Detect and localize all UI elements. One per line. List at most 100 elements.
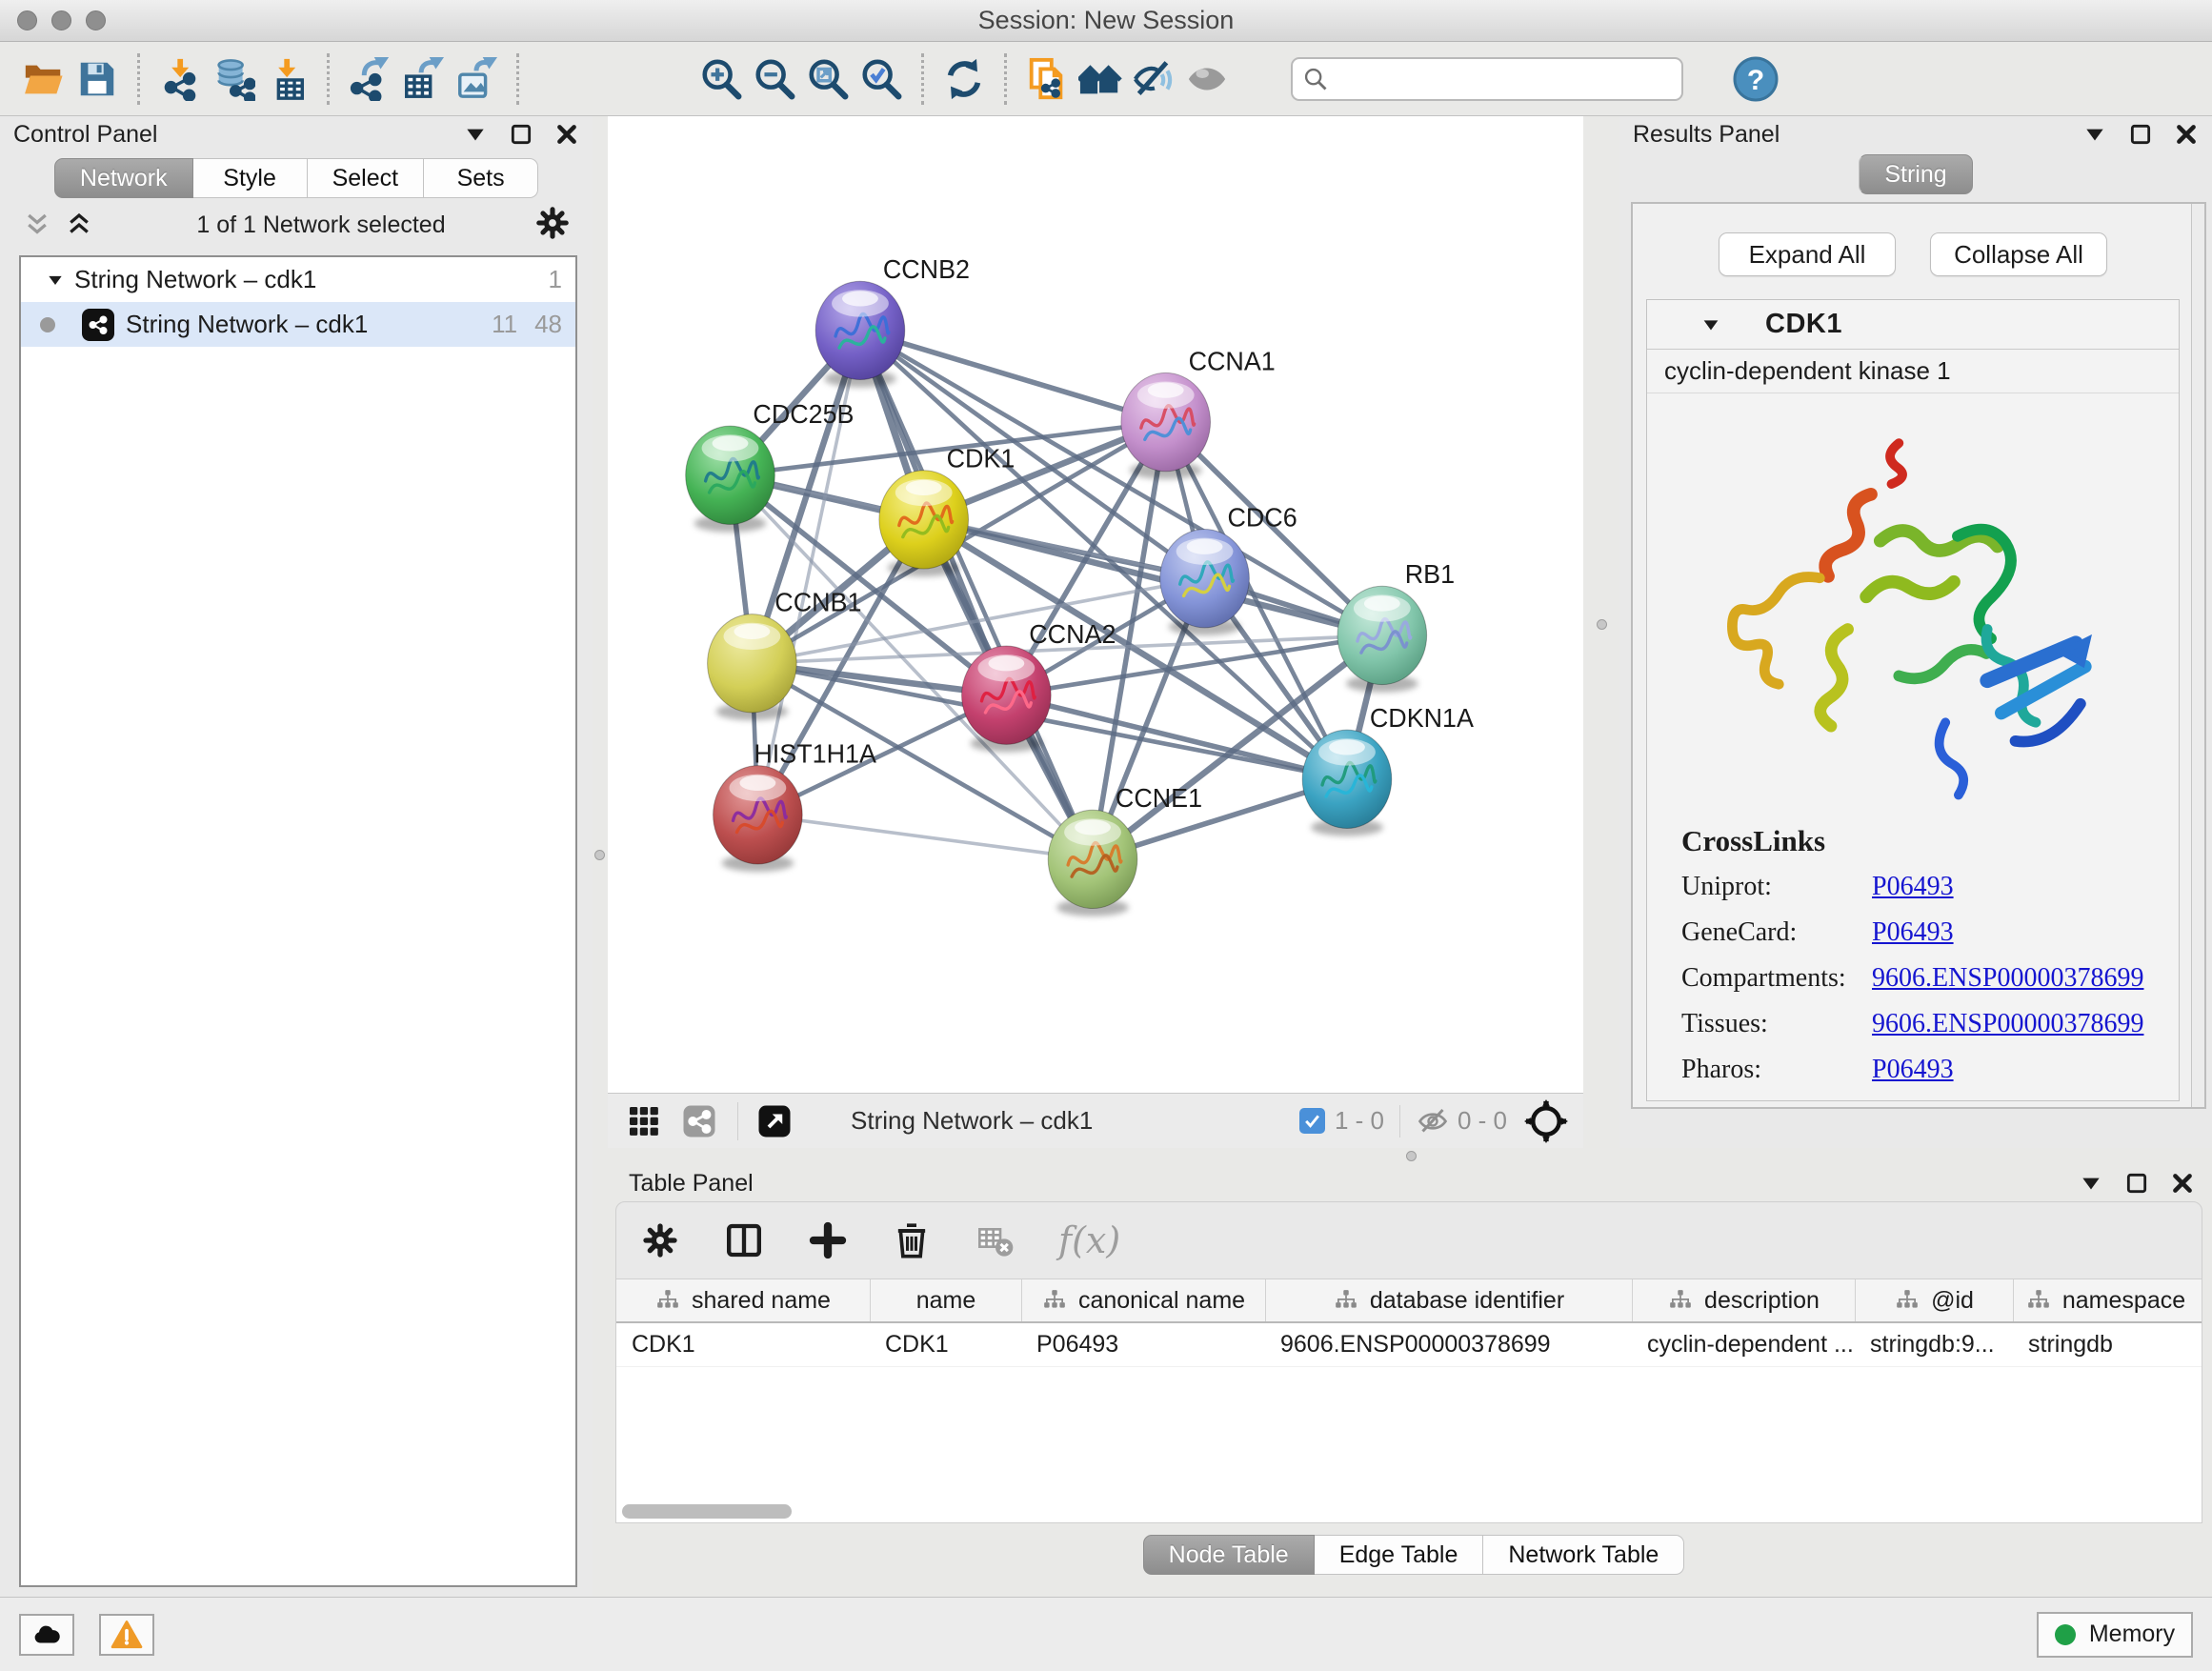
- float-panel-icon[interactable]: [463, 122, 488, 147]
- help-button[interactable]: ?: [1733, 56, 1779, 102]
- table-row[interactable]: CDK1CDK1P064939606.ENSP00000378699cyclin…: [616, 1323, 2202, 1367]
- network-list-item[interactable]: String Network – cdk1 11 48: [21, 302, 575, 347]
- import-table-button[interactable]: [260, 50, 313, 108]
- network-graph[interactable]: CCNB2CCNA1CDC25BCDK1CDC6RB1CCNB1CCNA2CDK…: [608, 116, 1583, 1093]
- open-session-button[interactable]: [17, 50, 70, 108]
- expand-all-icon[interactable]: [65, 211, 93, 239]
- collapse-triangle-icon[interactable]: [46, 271, 65, 290]
- crosslink-link[interactable]: P06493: [1872, 917, 1954, 948]
- warnings-button[interactable]: [99, 1614, 154, 1656]
- column-header-description[interactable]: description: [1632, 1279, 1855, 1321]
- zoom-selected-button[interactable]: [855, 50, 908, 108]
- export-network-button[interactable]: [343, 50, 396, 108]
- results-scrollbar[interactable]: [2191, 204, 2204, 1107]
- network-node-CDKN1A[interactable]: CDKN1A: [1302, 703, 1475, 836]
- zoom-fit-button[interactable]: [801, 50, 855, 108]
- column-header-shared-name[interactable]: shared name: [616, 1279, 870, 1321]
- delete-table-button[interactable]: [975, 1219, 1016, 1261]
- memory-button[interactable]: Memory: [2037, 1612, 2193, 1658]
- network-node-CCNE1[interactable]: CCNE1: [1048, 783, 1202, 916]
- table-horizontal-scrollbar[interactable]: [622, 1504, 792, 1519]
- collapse-all-icon[interactable]: [23, 211, 51, 239]
- gene-header[interactable]: CDK1: [1647, 300, 2179, 350]
- column-header-id[interactable]: @id: [1855, 1279, 2013, 1321]
- tab-style[interactable]: Style: [193, 158, 308, 198]
- import-network-database-button[interactable]: [207, 50, 260, 108]
- zoom-in-button[interactable]: [694, 50, 748, 108]
- network-node-CCNB1[interactable]: CCNB1: [708, 587, 862, 720]
- table-cell[interactable]: P06493: [1021, 1323, 1265, 1366]
- show-all-button[interactable]: [1180, 50, 1234, 108]
- table-cell[interactable]: CDK1: [870, 1323, 1021, 1366]
- fit-selected-button[interactable]: [1524, 1099, 1568, 1143]
- tab-string[interactable]: String: [1859, 154, 1973, 194]
- show-column-panel-button[interactable]: [723, 1219, 765, 1261]
- expand-all-button[interactable]: Expand All: [1719, 232, 1896, 276]
- column-header-canonical-name[interactable]: canonical name: [1021, 1279, 1265, 1321]
- selected-checkbox[interactable]: [1299, 1108, 1325, 1134]
- close-panel-icon[interactable]: [554, 122, 579, 147]
- tab-edge-table[interactable]: Edge Table: [1315, 1535, 1484, 1575]
- network-node-CCNB2[interactable]: CCNB2: [815, 254, 970, 388]
- refresh-layout-button[interactable]: [937, 50, 991, 108]
- network-node-RB1[interactable]: RB1: [1337, 559, 1455, 693]
- function-builder-button[interactable]: f(x): [1058, 1219, 1120, 1261]
- close-panel-icon[interactable]: [2170, 1171, 2195, 1196]
- maximize-panel-icon[interactable]: [2128, 122, 2153, 147]
- vertical-splitter[interactable]: [593, 116, 608, 1597]
- network-node-HIST1H1A[interactable]: HIST1H1A: [714, 738, 877, 872]
- splitter-handle[interactable]: [1597, 619, 1607, 630]
- zoom-out-button[interactable]: [748, 50, 801, 108]
- tab-sets[interactable]: Sets: [424, 158, 538, 198]
- network-node-CDC25B[interactable]: CDC25B: [686, 399, 855, 533]
- float-panel-icon[interactable]: [2079, 1171, 2103, 1196]
- zoom-window-button[interactable]: [86, 10, 106, 30]
- collapse-triangle-icon[interactable]: [1700, 314, 1721, 335]
- table-cell[interactable]: CDK1: [616, 1323, 870, 1366]
- close-window-button[interactable]: [17, 10, 37, 30]
- float-panel-icon[interactable]: [2082, 122, 2107, 147]
- table-cell[interactable]: cyclin-dependent ...: [1632, 1323, 1855, 1366]
- crosslink-link[interactable]: 9606.ENSP00000378699: [1872, 963, 2143, 994]
- collapse-all-button[interactable]: Collapse All: [1930, 232, 2107, 276]
- search-input[interactable]: [1337, 65, 1672, 92]
- column-header-name[interactable]: name: [870, 1279, 1021, 1321]
- network-node-CCNA1[interactable]: CCNA1: [1121, 346, 1276, 479]
- table-cell[interactable]: 9606.ENSP00000378699: [1265, 1323, 1632, 1366]
- tab-node-table[interactable]: Node Table: [1143, 1535, 1315, 1575]
- table-options-button[interactable]: [639, 1219, 681, 1261]
- network-options-button[interactable]: [535, 206, 570, 245]
- delete-column-button[interactable]: [891, 1219, 933, 1261]
- save-session-button[interactable]: [70, 50, 124, 108]
- network-node-CDC6[interactable]: CDC6: [1160, 502, 1297, 635]
- export-image-button[interactable]: [450, 50, 503, 108]
- home-view-button[interactable]: [1074, 50, 1127, 108]
- table-cell[interactable]: stringdb: [2013, 1323, 2198, 1366]
- maximize-panel-icon[interactable]: [509, 122, 533, 147]
- network-collection-row[interactable]: String Network – cdk1 1: [21, 257, 575, 302]
- network-mode-button[interactable]: [678, 1100, 720, 1142]
- splitter-handle[interactable]: [594, 850, 605, 860]
- tab-select[interactable]: Select: [308, 158, 424, 198]
- table-cell[interactable]: stringdb:9...: [1855, 1323, 2013, 1366]
- duplicate-network-button[interactable]: [1020, 50, 1074, 108]
- close-panel-icon[interactable]: [2174, 122, 2199, 147]
- maximize-panel-icon[interactable]: [2124, 1171, 2149, 1196]
- birdseye-view-button[interactable]: [754, 1100, 795, 1142]
- tab-network-table[interactable]: Network Table: [1483, 1535, 1684, 1575]
- crosslink-link[interactable]: P06493: [1872, 1055, 1954, 1085]
- crosslink-link[interactable]: P06493: [1872, 872, 1954, 902]
- network-canvas[interactable]: CCNB2CCNA1CDC25BCDK1CDC6RB1CCNB1CCNA2CDK…: [608, 116, 1583, 1093]
- grid-view-button[interactable]: [623, 1100, 665, 1142]
- add-column-button[interactable]: [807, 1219, 849, 1261]
- vertical-splitter[interactable]: [1583, 116, 1619, 1148]
- tab-network[interactable]: Network: [54, 158, 193, 198]
- network-node-CDK1[interactable]: CDK1: [879, 443, 1015, 576]
- splitter-handle[interactable]: [1406, 1151, 1417, 1161]
- export-table-button[interactable]: [396, 50, 450, 108]
- minimize-window-button[interactable]: [51, 10, 71, 30]
- column-header-database-identifier[interactable]: database identifier: [1265, 1279, 1632, 1321]
- cloud-status-button[interactable]: [19, 1614, 74, 1656]
- hide-selected-button[interactable]: [1127, 50, 1180, 108]
- crosslink-link[interactable]: 9606.ENSP00000378699: [1872, 1009, 2143, 1039]
